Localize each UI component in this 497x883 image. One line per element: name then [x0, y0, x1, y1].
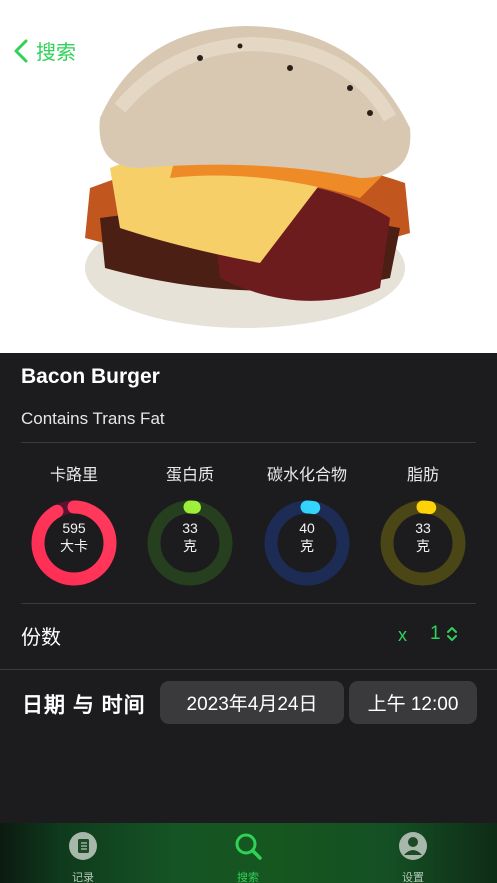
burger-image [85, 26, 411, 328]
nutrient-label: 脂肪 [406, 467, 439, 484]
servings-picker[interactable]: 1 [430, 623, 459, 645]
person-icon [399, 832, 427, 860]
chevron-left-icon [14, 39, 28, 62]
tab-label: 设置 [402, 872, 424, 883]
tab-bar: 记录 搜索 设置 [0, 823, 497, 883]
nutrient-calories: 卡路里 595 大卡 [16, 461, 132, 587]
servings-count: 1 [430, 623, 441, 644]
tab-search[interactable]: 搜索 [203, 831, 293, 883]
nutrient-carbs: 碳水化合物 40 克 [249, 461, 365, 587]
divider [0, 669, 497, 670]
back-label: 搜索 [36, 42, 76, 64]
food-name: Bacon Burger [21, 365, 160, 388]
journal-icon [69, 832, 97, 860]
food-photo: 搜索 [0, 0, 497, 353]
nutrient-value: 33 克 [415, 520, 431, 554]
nutrient-protein: 蛋白质 33 克 [132, 461, 248, 587]
tab-label: 记录 [72, 872, 94, 883]
chevron-up-down-icon [446, 627, 457, 641]
time-picker[interactable]: 上午 12:00 [349, 681, 477, 724]
food-note: Contains Trans Fat [21, 409, 165, 428]
divider [21, 442, 476, 443]
date-picker[interactable]: 2023年4月24日 [160, 681, 344, 724]
nutrient-fat: 脂肪 33 克 [365, 461, 481, 587]
nutrient-value: 33 克 [182, 520, 198, 554]
nutrient-label: 蛋白质 [165, 467, 214, 484]
servings-multiplier: x [398, 625, 407, 645]
back-button[interactable]: 搜索 [12, 36, 76, 65]
nutrient-value: 40 克 [299, 520, 315, 554]
search-icon [235, 833, 262, 860]
nutrient-label: 卡路里 [49, 467, 98, 484]
servings-label: 份数 [21, 627, 61, 649]
tab-journal[interactable]: 记录 [38, 831, 128, 883]
divider [21, 603, 476, 604]
nutrient-label: 碳水化合物 [266, 467, 347, 484]
datetime-label: 日期 与 时间 [22, 694, 146, 717]
tab-settings[interactable]: 设置 [368, 831, 458, 883]
nutrient-value: 595 大卡 [60, 520, 88, 554]
tab-label: 搜索 [237, 872, 259, 883]
